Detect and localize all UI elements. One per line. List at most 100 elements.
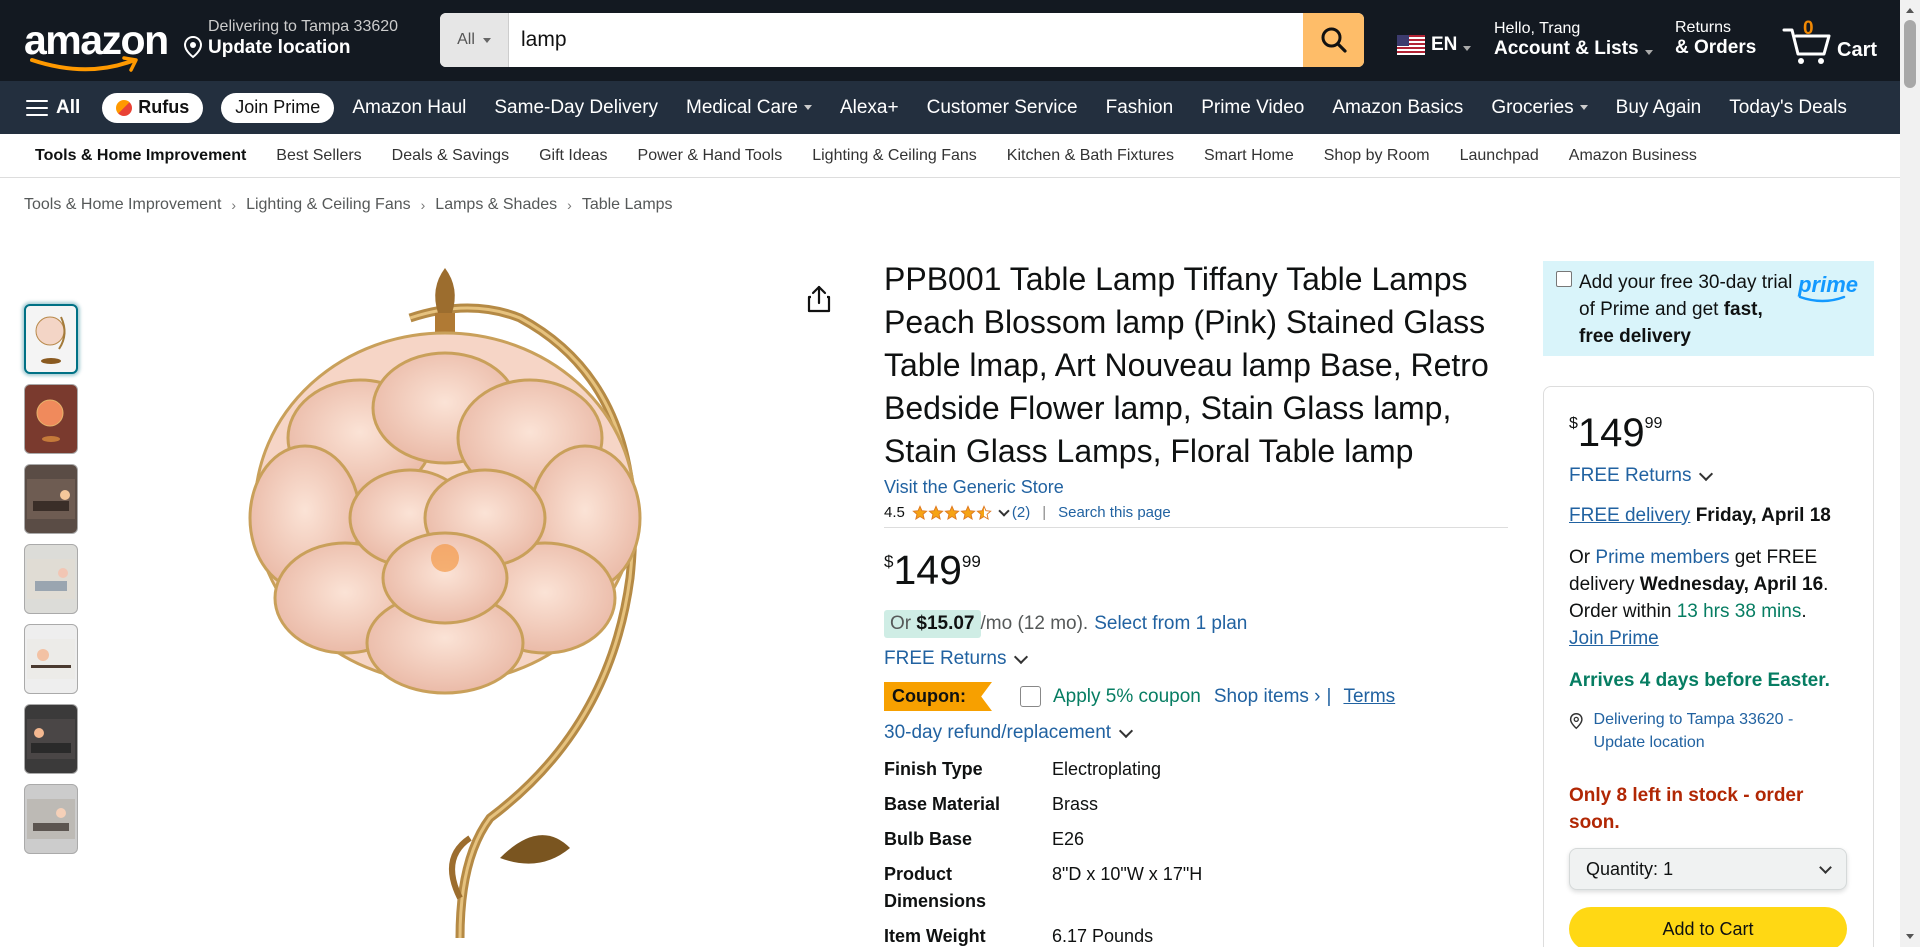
account-lists[interactable]: Hello, Trang Account & Lists <box>1494 20 1653 60</box>
nav-item-amazon-haul[interactable]: Amazon Haul <box>352 97 466 119</box>
spec-row: Product Dimensions 8"D x 10"W x 17"H <box>884 861 1508 915</box>
all-menu-button[interactable]: All <box>26 97 80 119</box>
add-to-cart-button[interactable]: Add to Cart <box>1569 907 1847 947</box>
thumbnail-5[interactable] <box>24 624 78 694</box>
spec-value: 8"D x 10"W x 17"H <box>1052 864 1203 884</box>
nav-item-prime-video[interactable]: Prime Video <box>1201 97 1304 119</box>
rating-value: 4.5 <box>884 504 905 521</box>
search-this-page-link[interactable]: Search this page <box>1058 504 1171 521</box>
rufus-button[interactable]: Rufus <box>102 92 204 123</box>
main-product-image[interactable] <box>210 258 730 947</box>
store-link[interactable]: Visit the Generic Store <box>884 477 1508 498</box>
easter-notice: Arrives 4 days before Easter. <box>1569 670 1830 691</box>
review-count-link[interactable]: (2) <box>1012 504 1030 521</box>
prime-trial-checkbox[interactable] <box>1556 271 1572 287</box>
chevron-down-icon <box>1644 49 1653 55</box>
subnav-item-gift-ideas[interactable]: Gift Ideas <box>539 147 607 165</box>
nav-item-amazon-basics[interactable]: Amazon Basics <box>1332 97 1463 119</box>
subnav-item-amazon-business[interactable]: Amazon Business <box>1569 147 1697 165</box>
thumbnail-1[interactable] <box>24 304 78 374</box>
nav-item-alexa-plus[interactable]: Alexa+ <box>840 97 899 119</box>
search-input[interactable] <box>509 13 1303 67</box>
spec-key: Finish Type <box>884 759 983 779</box>
subnav-item-kitchen-bath[interactable]: Kitchen & Bath Fixtures <box>1007 147 1174 165</box>
nav-item-medical-care[interactable]: Medical Care <box>686 97 812 119</box>
breadcrumb-item[interactable]: Lamps & Shades <box>435 196 557 214</box>
coupon-checkbox[interactable] <box>1019 686 1041 707</box>
product-details: PPB001 Table Lamp Tiffany Table Lamps Pe… <box>884 258 1508 947</box>
category-subnav: Tools & Home Improvement Best Sellers De… <box>0 134 1920 178</box>
thumbnail-7[interactable] <box>24 784 78 854</box>
nav-item-same-day-delivery[interactable]: Same-Day Delivery <box>494 97 658 119</box>
thumbnail-4[interactable] <box>24 544 78 614</box>
subnav-item-launchpad[interactable]: Launchpad <box>1460 147 1539 165</box>
free-returns-label: FREE Returns <box>1569 465 1692 486</box>
nav-item-buy-again[interactable]: Buy Again <box>1616 97 1702 119</box>
thumbnail-6[interactable] <box>24 704 78 774</box>
scroll-down-arrow-icon[interactable] <box>1906 934 1914 939</box>
nav-item-todays-deals[interactable]: Today's Deals <box>1729 97 1847 119</box>
breadcrumb-item[interactable]: Table Lamps <box>582 196 673 214</box>
deliver-to[interactable]: Delivering to Tampa 33620 Update locatio… <box>183 18 398 59</box>
spec-key: Product Dimensions <box>884 864 987 911</box>
price-symbol: $ <box>884 552 894 571</box>
scroll-up-arrow-icon[interactable] <box>1906 8 1914 13</box>
language-selector[interactable]: EN <box>1397 34 1472 56</box>
free-delivery-link[interactable]: FREE delivery <box>1569 505 1690 526</box>
prime-logo: prime <box>1798 271 1858 303</box>
nav-item-groceries[interactable]: Groceries <box>1491 97 1588 119</box>
select-plan-link[interactable]: Select from 1 plan <box>1094 613 1247 635</box>
search-button[interactable] <box>1303 13 1364 67</box>
delivery-location[interactable]: Delivering to Tampa 33620 - Update locat… <box>1569 708 1848 754</box>
location-pin-icon <box>1569 713 1583 730</box>
thumbnail-2[interactable] <box>24 384 78 454</box>
join-prime-link[interactable]: Join Prime <box>1569 628 1659 649</box>
refund-policy-dropdown[interactable]: 30-day refund/replacement <box>884 722 1508 744</box>
shop-items-link[interactable]: Shop items › <box>1214 686 1321 708</box>
subnav-item-power-tools[interactable]: Power & Hand Tools <box>638 147 783 165</box>
search-bar: All <box>440 13 1364 67</box>
breadcrumb: Tools & Home Improvement › Lighting & Ce… <box>24 196 673 214</box>
returns-line2: & Orders <box>1675 37 1757 58</box>
chevron-down-icon <box>1699 466 1714 481</box>
star-icon <box>960 504 976 520</box>
subnav-item-lighting[interactable]: Lighting & Ceiling Fans <box>812 147 977 165</box>
living-room-thumbnail-image <box>27 719 75 759</box>
join-prime-button[interactable]: Join Prime <box>221 92 335 123</box>
plan-amount: $15.07 <box>916 613 975 634</box>
coupon-terms-link[interactable]: Terms <box>1343 686 1395 708</box>
amazon-logo[interactable]: amazon <box>24 18 169 72</box>
subnav-item-tools-home[interactable]: Tools & Home Improvement <box>35 147 246 165</box>
chevron-down-icon <box>1819 860 1832 874</box>
search-category-dropdown[interactable]: All <box>440 13 509 67</box>
lamp-lit-thumbnail-image <box>36 399 64 442</box>
breadcrumb-item[interactable]: Lighting & Ceiling Fans <box>246 196 411 214</box>
order-within: Order within <box>1569 601 1672 622</box>
cart-button[interactable]: 0 Cart <box>1782 18 1882 64</box>
apply-coupon-label[interactable]: Apply 5% coupon <box>1053 686 1201 708</box>
stock-status: Only 8 left in stock - order soon. <box>1569 785 1804 833</box>
share-button[interactable] <box>806 284 832 319</box>
monthly-plan-highlight: Or $15.07 <box>884 610 981 638</box>
buybox-free-returns[interactable]: FREE Returns <box>1569 465 1848 487</box>
subnav-item-best-sellers[interactable]: Best Sellers <box>276 147 361 165</box>
subnav-item-deals[interactable]: Deals & Savings <box>392 147 509 165</box>
page-scrollbar[interactable] <box>1900 0 1920 947</box>
thumbnail-3[interactable] <box>24 464 78 534</box>
returns-orders[interactable]: Returns & Orders <box>1675 19 1756 59</box>
prime-logo-text: prime <box>1798 272 1858 297</box>
scrollbar-thumb[interactable] <box>1904 20 1916 88</box>
chevron-down-icon[interactable] <box>998 504 1010 517</box>
free-returns-dropdown[interactable]: FREE Returns <box>884 648 1508 670</box>
prime-delivery-date: Wednesday, April 16 <box>1639 574 1824 595</box>
nav-item-fashion[interactable]: Fashion <box>1106 97 1174 119</box>
prime-members-link[interactable]: Prime members <box>1595 547 1729 568</box>
quantity-select[interactable]: Quantity: 1 <box>1569 848 1847 890</box>
star-rating[interactable] <box>912 504 992 521</box>
subnav-item-smart-home[interactable]: Smart Home <box>1204 147 1294 165</box>
subnav-item-shop-by-room[interactable]: Shop by Room <box>1324 147 1430 165</box>
nav-item-customer-service[interactable]: Customer Service <box>927 97 1078 119</box>
star-icon <box>976 504 992 520</box>
breadcrumb-item[interactable]: Tools & Home Improvement <box>24 196 221 214</box>
breadcrumb-separator-icon: › <box>567 197 572 213</box>
